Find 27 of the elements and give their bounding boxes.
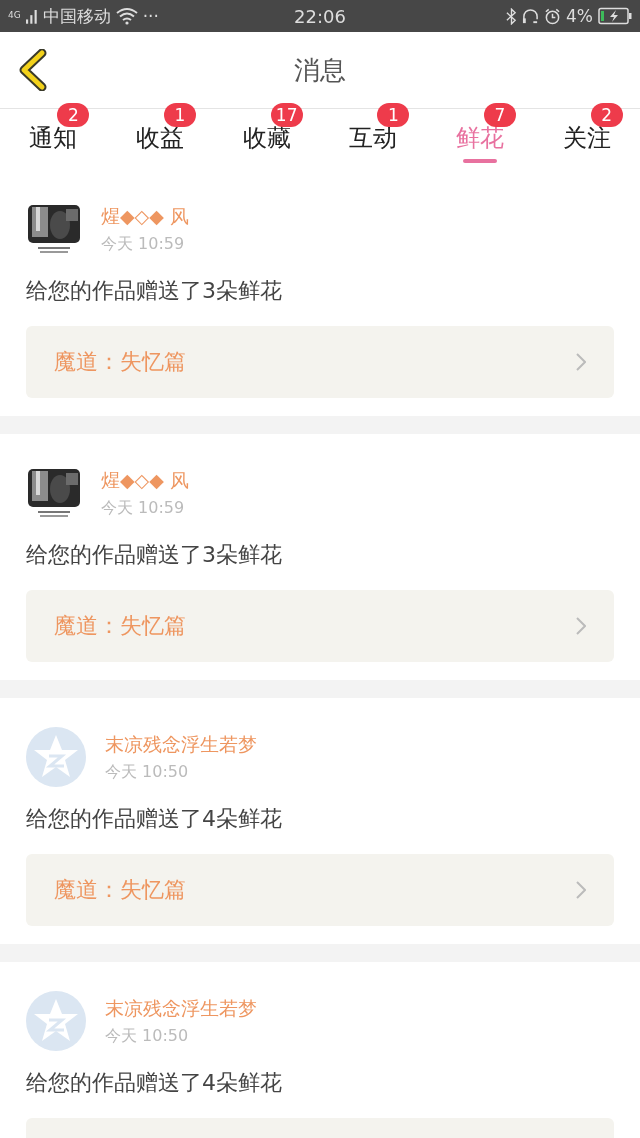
message-text: 给您的作品赠送了3朵鲜花: [26, 277, 283, 305]
message-text: 给您的作品赠送了4朵鲜花: [26, 805, 283, 833]
sender-name[interactable]: 煋◆◇◆ 风: [101, 467, 189, 494]
sender-name[interactable]: 末凉残念浮生若梦: [105, 731, 257, 758]
message-time: 今天 10:59: [101, 233, 186, 255]
battery-percent: 4%: [566, 6, 593, 26]
message-text: 给您的作品赠送了3朵鲜花: [26, 541, 283, 569]
network-type: 4G: [8, 9, 21, 20]
count-badge: 1: [377, 103, 410, 127]
carrier-name: 中国移动: [42, 4, 111, 28]
work-link[interactable]: 魔道：失忆篇: [26, 326, 614, 398]
message-time: 今天 10:59: [101, 497, 186, 519]
work-link[interactable]: 魔道：失忆篇: [26, 590, 614, 662]
message-time: 今天 10:50: [105, 761, 190, 783]
count-badge: 17: [270, 103, 303, 127]
count-badge: 7: [484, 103, 516, 127]
sender-name[interactable]: 末凉残念浮生若梦: [105, 995, 257, 1022]
count-badge: 2: [590, 103, 623, 127]
status-time: 22:06: [294, 5, 346, 27]
more-indicator: ···: [142, 6, 159, 26]
message-text: 给您的作品赠送了4朵鲜花: [26, 1069, 283, 1097]
work-link[interactable]: 魔道：失忆篇: [26, 854, 614, 926]
count-badge: 1: [164, 103, 196, 127]
count-badge: 2: [57, 103, 90, 127]
page-title: 消息: [294, 53, 346, 87]
message-time: 今天 10:50: [105, 1025, 190, 1047]
sender-name[interactable]: 煋◆◇◆ 风: [101, 203, 189, 230]
